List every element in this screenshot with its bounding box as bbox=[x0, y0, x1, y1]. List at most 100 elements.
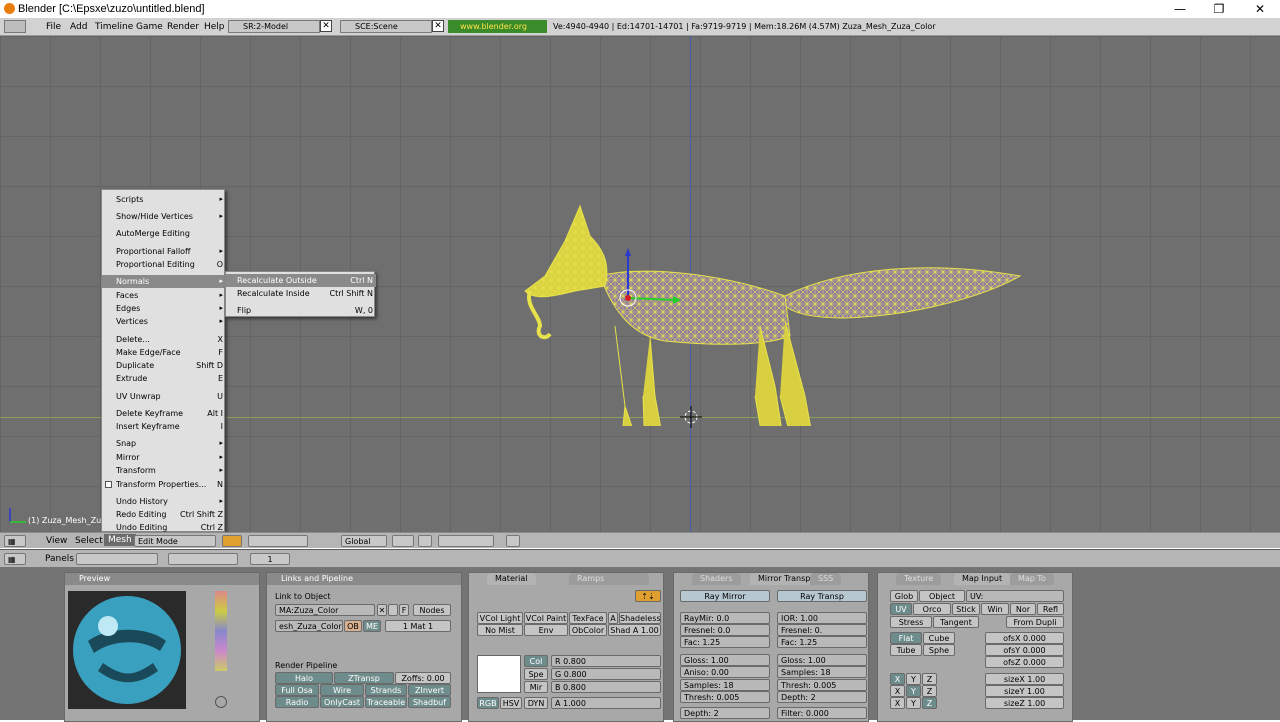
mesh-menu-item[interactable]: Proportional Editing O bbox=[102, 258, 226, 271]
mirror-slider[interactable]: Gloss: 1.00 bbox=[680, 654, 770, 666]
tab-sss[interactable]: SSS bbox=[810, 573, 842, 585]
draw-type-icon[interactable] bbox=[222, 535, 242, 547]
uv-button[interactable]: UV bbox=[890, 603, 912, 615]
preview-options-icon[interactable] bbox=[215, 696, 227, 708]
stress-button[interactable]: Stress bbox=[890, 616, 932, 628]
mirror-slider[interactable]: Fresnel: 0.0 bbox=[680, 624, 770, 636]
size-y-field[interactable]: sizeY 1.00 bbox=[985, 685, 1064, 697]
screen-selector[interactable]: SR:2-Model bbox=[228, 20, 320, 33]
material-name-field[interactable]: MA:Zuza_Color bbox=[275, 604, 375, 616]
mesh-menu-item[interactable]: Make Edge/Face F bbox=[102, 346, 226, 359]
axis-mapping-button[interactable]: X bbox=[890, 697, 905, 709]
menu-mesh[interactable]: Mesh bbox=[104, 534, 136, 546]
material-context-icons[interactable] bbox=[168, 553, 238, 565]
menu-timeline[interactable]: Timeline bbox=[95, 22, 133, 32]
tube-button[interactable]: Tube bbox=[890, 644, 922, 656]
flat-button[interactable]: Flat bbox=[890, 632, 922, 644]
fox-mesh[interactable] bbox=[515, 196, 1035, 426]
menu-view[interactable]: View bbox=[46, 536, 67, 546]
ray-transp-button[interactable]: Ray Transp bbox=[777, 590, 867, 602]
transp-slider[interactable]: Depth: 2 bbox=[777, 691, 867, 703]
me-button[interactable]: ME bbox=[363, 620, 381, 632]
tangent-button[interactable]: Tangent bbox=[933, 616, 979, 628]
axis-mapping-button[interactable]: X bbox=[890, 685, 905, 697]
cube-button[interactable]: Cube bbox=[923, 632, 955, 644]
mesh-menu-item[interactable]: Edges ▸ bbox=[102, 302, 226, 315]
panels-menu[interactable]: Panels bbox=[45, 554, 74, 564]
blender-version-link[interactable]: www.blender.org 249.2 bbox=[448, 20, 547, 44]
ofs-y-field[interactable]: ofsY 0.000 bbox=[985, 644, 1064, 656]
shadeless-button[interactable]: Shadeless bbox=[619, 612, 661, 624]
transp-slider[interactable]: IOR: 1.00 bbox=[777, 612, 867, 624]
mesh-menu-item[interactable]: Proportional Falloff ▸ bbox=[102, 245, 226, 258]
radio-button[interactable]: Radio bbox=[275, 696, 319, 708]
axis-mapping-button[interactable]: X bbox=[890, 673, 905, 685]
axis-mapping-button[interactable]: Y bbox=[906, 685, 921, 697]
mesh-menu-item[interactable]: Delete... X bbox=[102, 333, 226, 346]
ztransp-button[interactable]: ZTransp bbox=[334, 672, 394, 684]
no-mist-button[interactable]: No Mist bbox=[477, 624, 523, 636]
normals-submenu-item[interactable]: Flip W, 0 bbox=[226, 304, 376, 317]
b-slider[interactable]: B 0.800 bbox=[551, 681, 661, 693]
size-x-field[interactable]: sizeX 1.00 bbox=[985, 673, 1064, 685]
render-view-icon[interactable] bbox=[506, 535, 520, 547]
mirror-slider[interactable]: Depth: 2 bbox=[680, 707, 770, 719]
vcol-light-button[interactable]: VCol Light bbox=[477, 612, 523, 624]
color-swatch[interactable] bbox=[477, 655, 521, 693]
screen-delete-icon[interactable]: ✕ bbox=[320, 20, 332, 32]
obcolor-button[interactable]: ObColor bbox=[569, 624, 607, 636]
mesh-menu-item[interactable]: Duplicate Shift D bbox=[102, 359, 226, 372]
editor-type-icon[interactable]: ▦ bbox=[4, 553, 26, 565]
dyn-button[interactable]: DYN bbox=[524, 697, 548, 709]
orco-button[interactable]: Orco bbox=[913, 603, 951, 615]
transp-slider[interactable]: Fac: 1.25 bbox=[777, 636, 867, 648]
traceable-button[interactable]: Traceable bbox=[365, 696, 407, 708]
proportional-edit-icon[interactable] bbox=[392, 535, 414, 547]
editor-type-icon[interactable] bbox=[4, 20, 26, 33]
axis-mapping-button[interactable]: Y bbox=[906, 673, 921, 685]
axis-mapping-button[interactable]: Z bbox=[922, 697, 937, 709]
tab-material[interactable]: Material bbox=[487, 573, 536, 585]
menu-select[interactable]: Select bbox=[75, 536, 103, 546]
preview-type-icons[interactable] bbox=[215, 591, 227, 671]
hsv-button[interactable]: HSV bbox=[500, 697, 522, 709]
menu-file[interactable]: File bbox=[46, 22, 61, 32]
tab-mirror-transp[interactable]: Mirror Transp bbox=[750, 573, 819, 585]
nodes-button[interactable]: Nodes bbox=[413, 604, 451, 616]
mirror-slider[interactable]: Fac: 1.25 bbox=[680, 636, 770, 648]
shadbuf-button[interactable]: Shadbuf bbox=[408, 696, 451, 708]
frame-field[interactable]: 1 bbox=[250, 553, 290, 565]
snap-icon[interactable] bbox=[418, 535, 432, 547]
ofs-z-field[interactable]: ofsZ 0.000 bbox=[985, 656, 1064, 668]
menu-help[interactable]: Help bbox=[204, 22, 225, 32]
g-slider[interactable]: G 0.800 bbox=[551, 668, 661, 680]
stick-button[interactable]: Stick bbox=[952, 603, 980, 615]
mesh-menu-item[interactable]: Undo History ▸ bbox=[102, 495, 226, 508]
tab-map-input[interactable]: Map Input bbox=[954, 573, 1011, 585]
texface-button[interactable]: TexFace bbox=[569, 612, 607, 624]
zoffs-field[interactable]: Zoffs: 0.00 bbox=[395, 672, 451, 684]
sphe-button[interactable]: Sphe bbox=[923, 644, 955, 656]
mirror-slider[interactable]: Thresh: 0.005 bbox=[680, 691, 770, 703]
wire-button[interactable]: Wire bbox=[320, 684, 364, 696]
transp-slider[interactable]: Filter: 0.000 bbox=[777, 707, 867, 719]
close-button[interactable]: ✕ bbox=[1240, 0, 1280, 18]
minimize-button[interactable]: — bbox=[1160, 0, 1200, 18]
size-z-field[interactable]: sizeZ 1.00 bbox=[985, 697, 1064, 709]
glob-button[interactable]: Glob bbox=[890, 590, 918, 602]
transp-slider[interactable]: Thresh: 0.005 bbox=[777, 679, 867, 691]
mesh-menu-item[interactable]: Show/Hide Vertices ▸ bbox=[102, 210, 226, 223]
col-button[interactable]: Col bbox=[524, 655, 548, 667]
mesh-menu-item[interactable]: Transform ▸ bbox=[102, 464, 226, 477]
rgb-button[interactable]: RGB bbox=[477, 697, 499, 709]
mesh-menu-item[interactable]: UV Unwrap U bbox=[102, 390, 226, 403]
orientation-selector[interactable]: Global bbox=[341, 535, 387, 547]
mode-selector[interactable]: Edit Mode bbox=[134, 535, 216, 547]
menu-add[interactable]: Add bbox=[70, 22, 87, 32]
alpha-slider[interactable]: A 1.000 bbox=[551, 697, 661, 709]
ofs-x-field[interactable]: ofsX 0.000 bbox=[985, 632, 1064, 644]
shad-a-field[interactable]: Shad A 1.00 bbox=[608, 624, 661, 636]
refl-button[interactable]: Refl bbox=[1037, 603, 1064, 615]
mesh-menu-item[interactable]: Normals ▸ bbox=[102, 275, 226, 288]
axis-mapping-button[interactable]: Z bbox=[922, 673, 937, 685]
